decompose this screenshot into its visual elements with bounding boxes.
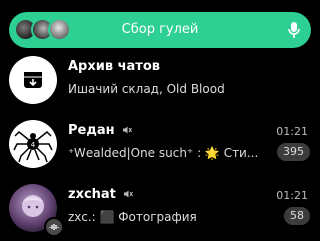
chat-preview: Ишачий склад, Old Blood	[68, 82, 225, 96]
chat-name-wrap: Редан	[68, 123, 133, 138]
svg-text:4: 4	[31, 141, 36, 149]
search-title: Сбор гулей	[121, 22, 199, 37]
chat-avatar: 4	[9, 120, 57, 168]
chat-name: zxchat	[68, 187, 116, 202]
list-item-archive[interactable]: Архив чатов Ишачий склад, Old Blood	[0, 51, 320, 109]
list-item-chat[interactable]: zxchat zxc.: ⬛ Фотография 01:21 58	[0, 179, 320, 237]
muted-icon	[123, 126, 133, 134]
microphone-icon[interactable]	[287, 21, 301, 39]
chat-name-wrap: zxchat	[68, 187, 134, 202]
unread-badge: 58	[284, 207, 310, 225]
list-item-chat[interactable]: 4 Редан ⁺Ꮃealded|One such⁺ : 🌟 Сти... 01…	[0, 115, 320, 173]
chat-name: Редан	[68, 123, 115, 138]
chat-name: Архив чатов	[68, 59, 161, 74]
archive-icon	[24, 72, 42, 88]
sound-wave-icon	[49, 224, 59, 230]
spider-icon: 4	[13, 130, 53, 163]
chat-time: 01:21	[276, 125, 308, 138]
chat-preview: ⁺Ꮃealded|One such⁺ : 🌟 Сти...	[68, 146, 259, 160]
unread-badge: 395	[277, 143, 310, 161]
chat-preview: zxc.: ⬛ Фотография	[68, 210, 197, 224]
voice-chat-indicator	[44, 217, 64, 237]
search-bar[interactable]: Сбор гулей	[9, 12, 311, 48]
muted-icon	[124, 190, 134, 198]
archive-avatar	[9, 56, 57, 104]
chat-time: 01:21	[276, 189, 308, 202]
